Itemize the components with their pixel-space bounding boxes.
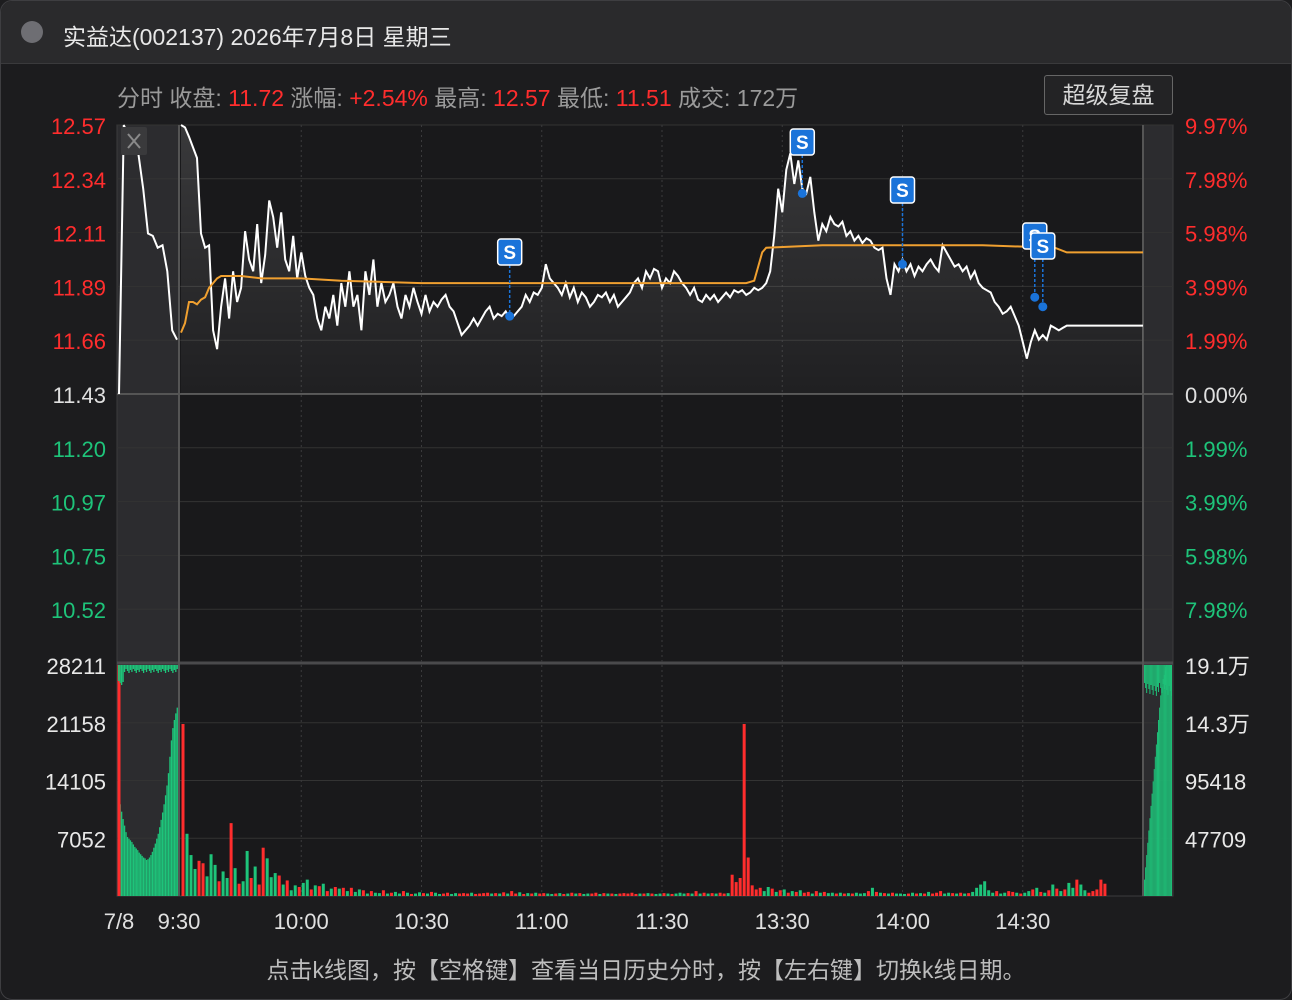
percent-axis-label: 7.98% — [1185, 598, 1247, 623]
percent-axis-label: 9.97% — [1185, 114, 1247, 139]
close-preauction-icon[interactable] — [121, 127, 147, 155]
time-axis-label: 10:30 — [394, 909, 449, 934]
price-axis-label: 12.34 — [51, 168, 106, 193]
volume-axis-label-right: 47709 — [1185, 827, 1246, 852]
percent-axis-label: 1.99% — [1185, 329, 1247, 354]
s-signal-label: S — [503, 243, 516, 264]
volume-axis-label: 7052 — [57, 827, 106, 852]
percent-axis-label: 1.99% — [1185, 437, 1247, 462]
volume-axis-label-right: 95418 — [1185, 770, 1246, 795]
volume-axis-label-right: 19.1万 — [1185, 654, 1250, 679]
time-axis-label: 11:30 — [635, 909, 688, 934]
price-axis-label: 10.97 — [51, 491, 106, 516]
s-signal-label: S — [896, 181, 909, 202]
time-axis-label: 14:00 — [875, 909, 930, 934]
app-window: 实益达(002137) 2026年7月8日 星期三 分时 收盘: 11.72 涨… — [0, 0, 1292, 1000]
s-signal-label: S — [796, 133, 809, 154]
time-axis-label: 7/8 — [104, 909, 135, 934]
price-axis-label: 11.43 — [53, 383, 106, 408]
time-axis-label: 11:00 — [515, 909, 568, 934]
price-axis-label: 11.66 — [53, 329, 106, 354]
volume-axis-label-right: 14.3万 — [1185, 712, 1250, 737]
volume-axis-label: 14105 — [45, 770, 106, 795]
price-axis-label: 11.89 — [53, 275, 106, 300]
time-axis-label: 9:30 — [158, 909, 201, 934]
price-axis-label: 10.75 — [51, 544, 106, 569]
volume-axis-label: 28211 — [46, 654, 106, 679]
intraday-chart[interactable]: SSSSS 12.5712.3412.1111.8911.6611.4311.2… — [1, 1, 1291, 941]
price-axis-label: 10.52 — [51, 598, 106, 623]
time-axis-label: 10:00 — [274, 909, 329, 934]
percent-axis-label: 3.99% — [1185, 491, 1247, 516]
percent-axis-label: 0.00% — [1185, 383, 1247, 408]
volume-axis-label: 21158 — [46, 712, 106, 737]
time-axis-label: 14:30 — [995, 909, 1050, 934]
time-axis-label: 13:30 — [755, 909, 810, 934]
s-signal-label: S — [1036, 237, 1049, 258]
price-axis-label: 12.11 — [53, 222, 106, 247]
hint-text: 点击k线图，按【空格键】查看当日历史分时，按【左右键】切换k线日期。 — [266, 957, 1026, 983]
price-axis-label: 11.20 — [53, 437, 106, 462]
percent-axis-label: 5.98% — [1185, 222, 1247, 247]
percent-axis-label: 5.98% — [1185, 544, 1247, 569]
price-axis-label: 12.57 — [51, 114, 106, 139]
percent-axis-label: 7.98% — [1185, 168, 1247, 193]
percent-axis-label: 3.99% — [1185, 275, 1247, 300]
